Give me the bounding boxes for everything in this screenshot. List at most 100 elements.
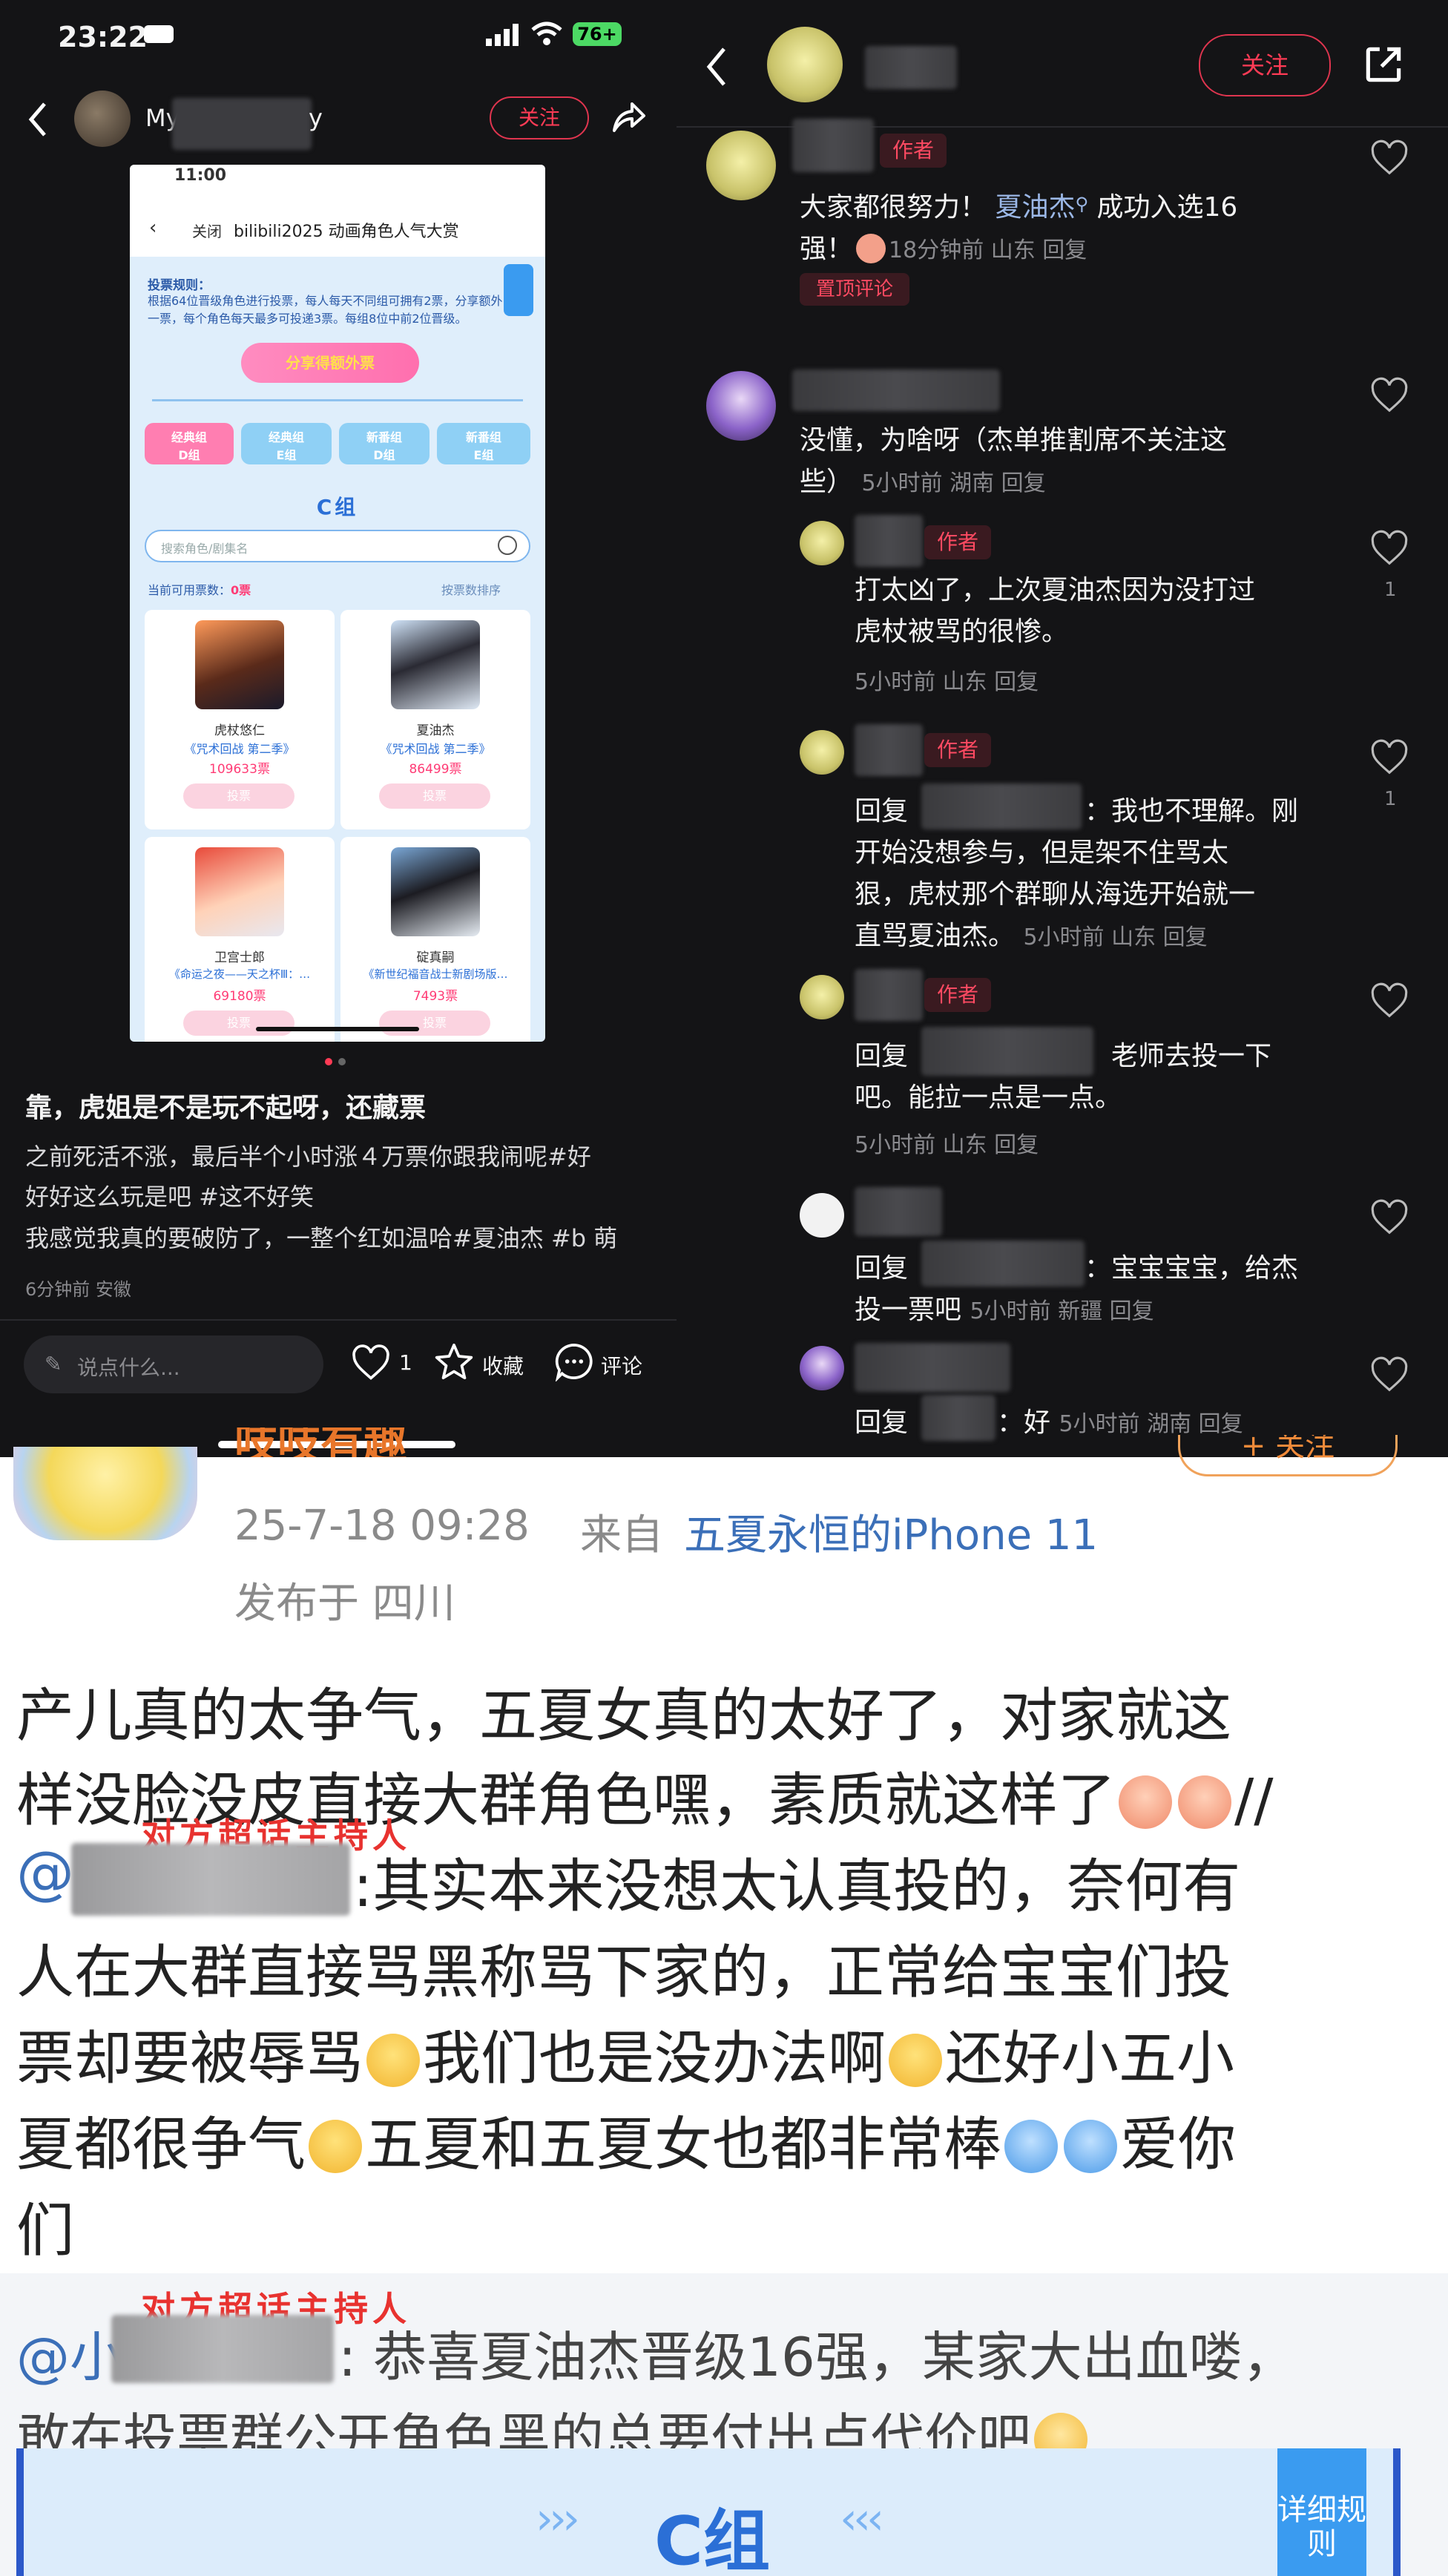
topic-link[interactable]: 夏油杰	[995, 192, 1075, 223]
share-icon[interactable]	[610, 101, 647, 138]
like-count: 1	[399, 1350, 412, 1375]
comment-text: 大家都很努力！ 夏油杰⚲ 成功入选16	[800, 192, 1238, 223]
phone-search-icon	[498, 536, 517, 555]
commenter-avatar[interactable]	[800, 521, 844, 565]
author-tag: 作者	[924, 733, 991, 767]
comment-text: ：好 5小时前 湖南 回复	[997, 1407, 1243, 1438]
comment-text: 吧。能拉一点是一点。	[855, 1082, 1122, 1113]
tab-new-d: 新番组 D组	[339, 423, 430, 464]
wifi-icon	[531, 21, 562, 49]
commenter-avatar[interactable]	[800, 1346, 844, 1390]
mention-at[interactable]: @	[16, 1840, 74, 1907]
comment-text: ：我也不理解。刚	[1085, 796, 1299, 827]
group-label: C组	[316, 495, 359, 519]
like-count: 1	[1384, 788, 1397, 810]
post-text-line: 票却要被辱骂 我们也是没办法啊 还好小五小	[16, 2025, 1235, 2092]
comment-text: 直骂夏油杰。 5小时前 山东 回复	[855, 921, 1208, 951]
mention-redacted	[71, 1843, 350, 1916]
page-dot-active	[325, 1058, 332, 1065]
rules-text: 根据64位晋级角色进行投票，每人每天不同组可拥有2票，分享额外一票，每个角色每天…	[148, 294, 503, 326]
username-redacted	[855, 969, 923, 1021]
commenter-avatar[interactable]	[706, 371, 776, 441]
comment-text: 强！ 18分钟前 山东 回复	[800, 234, 1087, 264]
username-redacted	[855, 515, 923, 567]
banner-group-label: C组	[654, 2503, 771, 2576]
follow-button[interactable]: 关注	[1199, 34, 1331, 96]
collect-button[interactable]	[433, 1341, 475, 1384]
author-avatar[interactable]	[74, 91, 131, 147]
heart-icon	[352, 1344, 389, 1380]
character-card: 虎杖悠仁 《咒术回战 第二季》 109633票 投票	[145, 610, 335, 829]
tab-classic-d: 经典组 D组	[145, 423, 234, 464]
character-portrait	[195, 847, 284, 936]
author-avatar[interactable]	[13, 1447, 197, 1540]
comment-meta: 5小时前 山东 回复	[855, 1132, 1039, 1158]
current-votes-label: 当前可用票数：0票	[148, 583, 251, 597]
external-link-icon[interactable]	[1360, 42, 1406, 91]
sob-emoji-icon	[1064, 2120, 1118, 2173]
follow-button[interactable]: 关注	[490, 96, 589, 139]
phone-home-indicator	[256, 1027, 419, 1031]
car-icon	[144, 25, 174, 43]
comment-text: 没懂，为啥呀（杰单推割席不关注这	[800, 425, 1228, 456]
post-body-line: 好好这么玩是吧 #这不好笑	[25, 1183, 314, 1211]
quoted-post[interactable]: 对方超话主持人 @小 : 恭喜夏油杰晋级16强，某家大出血喽， 敢在投票群公开角…	[0, 2273, 1448, 2576]
comment-text: 开始没想参与，但是架不住骂太	[855, 838, 1229, 868]
post-text-line: 夏都很争气 五夏和五夏女也都非常棒 爱你	[16, 2112, 1237, 2178]
username-redacted	[792, 369, 1000, 411]
reply-prefix: 回复	[855, 796, 909, 827]
follow-button[interactable]: + 关注	[1178, 1435, 1398, 1476]
commenter-avatar[interactable]	[706, 131, 776, 200]
post-meta: 6分钟前 安徽	[25, 1279, 131, 1300]
sob-emoji-icon	[1004, 2120, 1059, 2173]
username-redacted	[921, 1395, 996, 1441]
tab-classic-e: 经典组 E组	[241, 423, 332, 464]
device-link[interactable]: 五夏永恒的iPhone 11	[684, 1502, 1098, 1562]
username-redacted	[855, 1343, 1010, 1392]
heart-icon[interactable]	[1369, 138, 1409, 181]
commenter-avatar[interactable]	[800, 975, 844, 1019]
character-portrait	[195, 620, 284, 709]
comment-text: 虎杖被骂的很惨。	[855, 617, 1069, 647]
heart-icon[interactable]	[1369, 737, 1409, 781]
comment-thread-panel: 关注 作者 大家都很努力！ 夏油杰⚲ 成功入选16 强！ 18分钟前 山东 回复 …	[677, 0, 1448, 1457]
divider-line	[152, 399, 523, 401]
phone-header-title: bilibili2025 动画角色人气大赏	[234, 223, 459, 241]
heart-icon[interactable]	[1369, 1197, 1409, 1241]
back-icon[interactable]	[27, 101, 49, 141]
quote-mention[interactable]: @小	[16, 2313, 123, 2391]
rules-title: 投票规则：	[148, 278, 211, 293]
signal-icon	[486, 24, 520, 49]
pinned-tag: 置顶评论	[800, 273, 909, 306]
comment-button[interactable]	[553, 1341, 595, 1384]
reply-prefix: 回复	[855, 1253, 909, 1284]
comment-input[interactable]: ✎ 说点什么...	[24, 1335, 323, 1393]
character-portrait	[391, 847, 480, 936]
reply-prefix: 回复	[855, 1407, 909, 1438]
character-portrait	[391, 620, 480, 709]
heart-icon[interactable]	[1369, 1355, 1409, 1398]
phone-search-input: 搜索角色/剧集名	[145, 530, 530, 562]
comment-label: 评论	[601, 1354, 643, 1379]
quote-image: ››› C组 ‹‹‹ 详细规则	[16, 2448, 1401, 2576]
comment-text: 些） 5小时前 湖南 回复	[800, 467, 1046, 497]
like-button[interactable]	[350, 1344, 392, 1384]
reply-prefix: 回复	[855, 1041, 909, 1071]
heart-icon[interactable]	[1369, 981, 1409, 1024]
battery-icon: 76+	[573, 22, 622, 46]
post-title: 靠，虎姐是不是玩不起呀，还藏票	[25, 1093, 427, 1123]
heart-icon[interactable]	[1369, 528, 1409, 571]
character-card: 夏油杰 《咒术回战 第二季》 86499票 投票	[340, 610, 530, 829]
author-name[interactable]: 吱吱有趣	[234, 1427, 407, 1457]
commenter-avatar[interactable]	[800, 1193, 844, 1238]
comment-bubble-icon	[555, 1343, 593, 1383]
author-tag: 作者	[880, 134, 947, 168]
chevron-left-icon: ‹‹‹	[840, 2493, 884, 2545]
heart-icon[interactable]	[1369, 375, 1409, 418]
post-body-line: 之前死活不涨，最后半个小时涨４万票你跟我闹呢#好	[25, 1143, 591, 1171]
comment-meta: 5小时前 山东 回复	[855, 669, 1039, 695]
back-icon[interactable]	[703, 46, 728, 91]
author-avatar[interactable]	[767, 27, 843, 102]
page-dot	[338, 1058, 346, 1065]
commenter-avatar[interactable]	[800, 730, 844, 775]
